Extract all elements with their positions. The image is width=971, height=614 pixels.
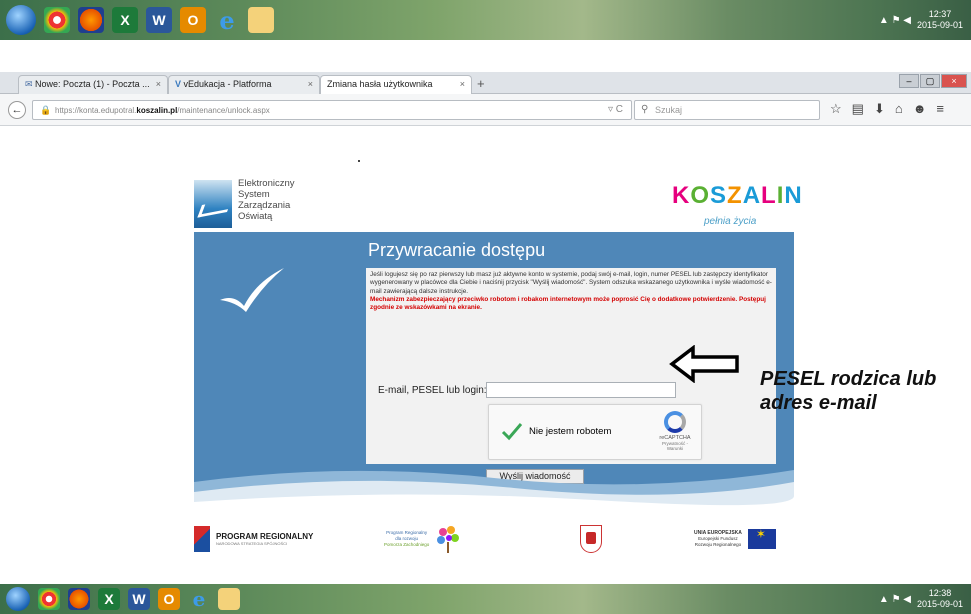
windows-start-icon[interactable]	[6, 5, 36, 35]
coat-of-arms-icon	[580, 525, 602, 553]
koszalin-logo-letter: N	[784, 182, 803, 209]
firefox-icon[interactable]	[78, 7, 104, 33]
search-input[interactable]: ⚲ Szukaj	[634, 100, 820, 120]
outlook-icon[interactable]: O	[158, 588, 180, 610]
email-field[interactable]	[486, 382, 676, 398]
folder-icon[interactable]	[218, 588, 240, 610]
annotation-arrow-icon	[669, 345, 739, 383]
download-icon[interactable]: ⬇	[874, 101, 885, 117]
close-tab-icon[interactable]: ×	[308, 79, 313, 89]
esz-logo-text: Elektroniczny System Zarządzania Oświatą	[238, 178, 295, 222]
system-tray-icons[interactable]: ▲ ⚑ ◀	[879, 15, 911, 26]
excel-icon[interactable]: X	[98, 588, 120, 610]
clock[interactable]: 12:38 2015-09-01	[917, 588, 963, 610]
back-arrow-icon[interactable]: ←	[8, 101, 26, 119]
coat-of-arms-logo	[580, 519, 602, 559]
taskbar-top: X W O e ▲ ⚑ ◀ 12:37 2015-09-01	[0, 0, 971, 40]
eu-flag-icon	[747, 529, 776, 549]
esz-logo: Elektroniczny System Zarządzania Oświatą	[194, 178, 354, 238]
pocket-icon[interactable]: ☻	[913, 101, 927, 117]
star-icon[interactable]: ☆	[830, 101, 842, 117]
tab-vedukacja[interactable]: V vEdukacja - Platforma ×	[168, 75, 320, 94]
koszalin-logo-letter: Z	[727, 182, 743, 209]
system-tray-icons[interactable]: ▲ ⚑ ◀	[879, 594, 911, 605]
recaptcha-label: Nie jestem robotem	[529, 426, 612, 437]
mail-icon: ✉	[25, 79, 36, 89]
koszalin-logo-letter: L	[761, 182, 777, 209]
new-tab-button[interactable]: +	[477, 76, 485, 91]
koszalin-logo-letter: O	[690, 182, 711, 209]
close-tab-icon[interactable]: ×	[460, 79, 465, 89]
search-icon: ⚲	[641, 104, 649, 115]
word-icon[interactable]: W	[128, 588, 150, 610]
annotation-text: PESEL rodzica lub adres e-mail	[760, 368, 937, 414]
firefox-icon[interactable]	[68, 588, 90, 610]
recaptcha-icon	[664, 411, 686, 433]
panel-wave-decoration	[194, 470, 794, 512]
tab-poczta[interactable]: ✉ Nowe: Poczta (1) - Poczta ... ×	[18, 75, 168, 94]
browser-tabstrip: ✉ Nowe: Poczta (1) - Poczta ... × V vEduk…	[0, 72, 971, 94]
checkmark-icon	[220, 268, 284, 312]
koszalin-logo-letter: K	[672, 182, 691, 209]
tree-icon	[437, 526, 460, 553]
koszalin-logo: KOSZALIN pełnia życia	[672, 182, 802, 230]
folder-icon[interactable]	[248, 7, 274, 33]
instructions-text: Jeśli logujesz się po raz pierwszy lub m…	[370, 271, 772, 312]
reload-icon[interactable]: ▿ C	[608, 104, 623, 115]
excel-icon[interactable]: X	[112, 7, 138, 33]
robot-warning-text: Mechanizm zabezpieczający przeciwko robo…	[370, 295, 766, 312]
menu-icon[interactable]: ≡	[936, 101, 944, 117]
program-regionalny-mark	[194, 526, 210, 552]
page-content: Elektroniczny System Zarządzania Oświatą…	[0, 127, 971, 584]
minimize-icon[interactable]: –	[899, 74, 919, 88]
sponsor-logos: PROGRAM REGIONALNY NARODOWA STRATEGIA SPÓ…	[194, 519, 794, 559]
close-tab-icon[interactable]: ×	[156, 79, 161, 89]
email-field-label: E-mail, PESEL lub login:	[378, 385, 487, 396]
clock[interactable]: 12:37 2015-09-01	[917, 9, 963, 31]
taskbar-bottom: X W O e ▲ ⚑ ◀ 12:38 2015-09-01	[0, 584, 971, 614]
stray-dot	[358, 160, 360, 162]
browser-navbar: ← 🔒 https://konta.edupotral.koszalin.pl/…	[0, 94, 971, 126]
outlook-icon[interactable]: O	[180, 7, 206, 33]
pomorze-zachodnie-logo: Program Regionalny dla rozwoju Pomorza Z…	[384, 519, 461, 559]
close-window-icon[interactable]: ×	[941, 74, 967, 88]
url-bar[interactable]: 🔒 https://konta.edupotral.koszalin.pl/ma…	[32, 100, 632, 120]
home-icon[interactable]: ⌂	[895, 101, 903, 117]
koszalin-logo-word: KOSZALIN	[672, 182, 802, 210]
koszalin-logo-letter: A	[742, 182, 762, 209]
recaptcha-links[interactable]: Prywatność - Warunki	[657, 441, 693, 451]
toolbar-icons: ☆ ▤ ⬇ ⌂ ☻ ≡	[830, 101, 944, 117]
program-regionalny-logo: PROGRAM REGIONALNY NARODOWA STRATEGIA SPÓ…	[194, 519, 313, 559]
ie-icon[interactable]: e	[214, 6, 240, 35]
chrome-icon[interactable]	[38, 588, 60, 610]
recaptcha-checkmark-icon[interactable]	[501, 421, 523, 441]
word-icon[interactable]: W	[146, 7, 172, 33]
ie-icon[interactable]: e	[188, 587, 210, 611]
koszalin-logo-letter: S	[710, 182, 728, 209]
chrome-icon[interactable]	[44, 7, 70, 33]
maximize-icon[interactable]: ▢	[920, 74, 940, 88]
window-controls: – ▢ ×	[899, 74, 967, 88]
reading-list-icon[interactable]: ▤	[852, 101, 864, 117]
esz-logo-mark	[194, 180, 232, 228]
lock-icon: 🔒	[40, 105, 52, 115]
recaptcha-logo: reCAPTCHA Prywatność - Warunki	[657, 411, 693, 451]
tab-zmiana-hasla[interactable]: Zmiana hasła użytkownika ×	[320, 75, 472, 94]
koszalin-logo-tagline: pełnia życia	[704, 216, 757, 227]
windows-start-icon[interactable]	[6, 587, 30, 611]
screenshot: X W O e ▲ ⚑ ◀ 12:37 2015-09-01 ✉ Nowe: P…	[0, 0, 971, 614]
panel-title: Przywracanie dostępu	[368, 240, 546, 260]
eu-logo: UNIA EUROPEJSKA Europejski Fundusz Rozwo…	[694, 519, 776, 559]
v-icon: V	[175, 79, 184, 89]
